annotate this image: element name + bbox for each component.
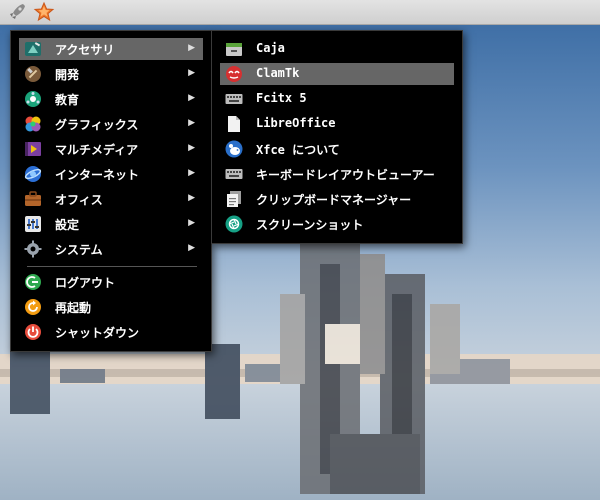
shutdown-icon: [24, 323, 42, 341]
menu-item-settings[interactable]: 設定 ▶: [19, 213, 203, 235]
menu-item-internet[interactable]: インターネット ▶: [19, 163, 203, 185]
xfce-mouse-icon: [225, 140, 243, 158]
development-icon: [24, 65, 42, 83]
submenu-item-libreoffice[interactable]: LibreOffice: [220, 113, 454, 135]
submenu-arrow-icon: ▶: [188, 93, 195, 103]
menu-item-shutdown[interactable]: シャットダウン: [19, 321, 203, 343]
submenu-item-clipboard-manager[interactable]: クリップボードマネージャー: [220, 188, 454, 210]
menu-item-development[interactable]: 開発 ▶: [19, 63, 203, 85]
menu-item-office[interactable]: オフィス ▶: [19, 188, 203, 210]
submenu-arrow-icon: ▶: [188, 218, 195, 228]
application-menu: アクセサリ ▶ 開発 ▶ 教育 ▶ グラフィックス ▶ マルチメディア ▶ イン…: [10, 30, 212, 352]
system-icon: [24, 240, 42, 258]
submenu-item-keyboard-layout-viewer[interactable]: キーボードレイアウトビューアー: [220, 163, 454, 185]
keyboard-icon: [225, 165, 243, 183]
menu-item-system[interactable]: システム ▶: [19, 238, 203, 260]
graphics-icon: [24, 115, 42, 133]
office-icon: [24, 190, 42, 208]
star-menu-icon[interactable]: [33, 1, 55, 23]
file-manager-icon: [225, 40, 243, 58]
menu-item-reboot[interactable]: 再起動: [19, 296, 203, 318]
menu-item-multimedia[interactable]: マルチメディア ▶: [19, 138, 203, 160]
document-icon: [225, 115, 243, 133]
submenu-item-caja[interactable]: Caja: [220, 38, 454, 60]
submenu-arrow-icon: ▶: [188, 68, 195, 78]
submenu-arrow-icon: ▶: [188, 43, 195, 53]
menu-item-graphics[interactable]: グラフィックス ▶: [19, 113, 203, 135]
menu-item-accessories[interactable]: アクセサリ ▶: [19, 38, 203, 60]
screenshot-icon: [225, 215, 243, 233]
submenu-item-screenshot[interactable]: スクリーンショット: [220, 213, 454, 235]
submenu-item-about-xfce[interactable]: Xfce について: [220, 138, 454, 160]
submenu-item-clamtk[interactable]: ClamTk: [220, 63, 454, 85]
submenu-arrow-icon: ▶: [188, 168, 195, 178]
accessories-icon: [24, 40, 42, 58]
keyboard-icon: [225, 90, 243, 108]
clamtk-icon: [225, 65, 243, 83]
settings-icon: [24, 215, 42, 233]
logout-icon: [24, 273, 42, 291]
top-panel: [0, 0, 600, 25]
reboot-icon: [24, 298, 42, 316]
submenu-item-fcitx5[interactable]: Fcitx 5: [220, 88, 454, 110]
multimedia-icon: [24, 140, 42, 158]
menu-item-logout[interactable]: ログアウト: [19, 271, 203, 293]
internet-icon: [24, 165, 42, 183]
menu-separator: [27, 266, 197, 267]
submenu-arrow-icon: ▶: [188, 193, 195, 203]
submenu-arrow-icon: ▶: [188, 143, 195, 153]
rocket-launcher-icon[interactable]: [6, 1, 28, 23]
accessories-submenu: Caja ClamTk Fcitx 5 LibreOffice Xfce につい…: [211, 30, 463, 244]
submenu-arrow-icon: ▶: [188, 243, 195, 253]
submenu-arrow-icon: ▶: [188, 118, 195, 128]
clipboard-icon: [225, 190, 243, 208]
education-icon: [24, 90, 42, 108]
menu-item-education[interactable]: 教育 ▶: [19, 88, 203, 110]
